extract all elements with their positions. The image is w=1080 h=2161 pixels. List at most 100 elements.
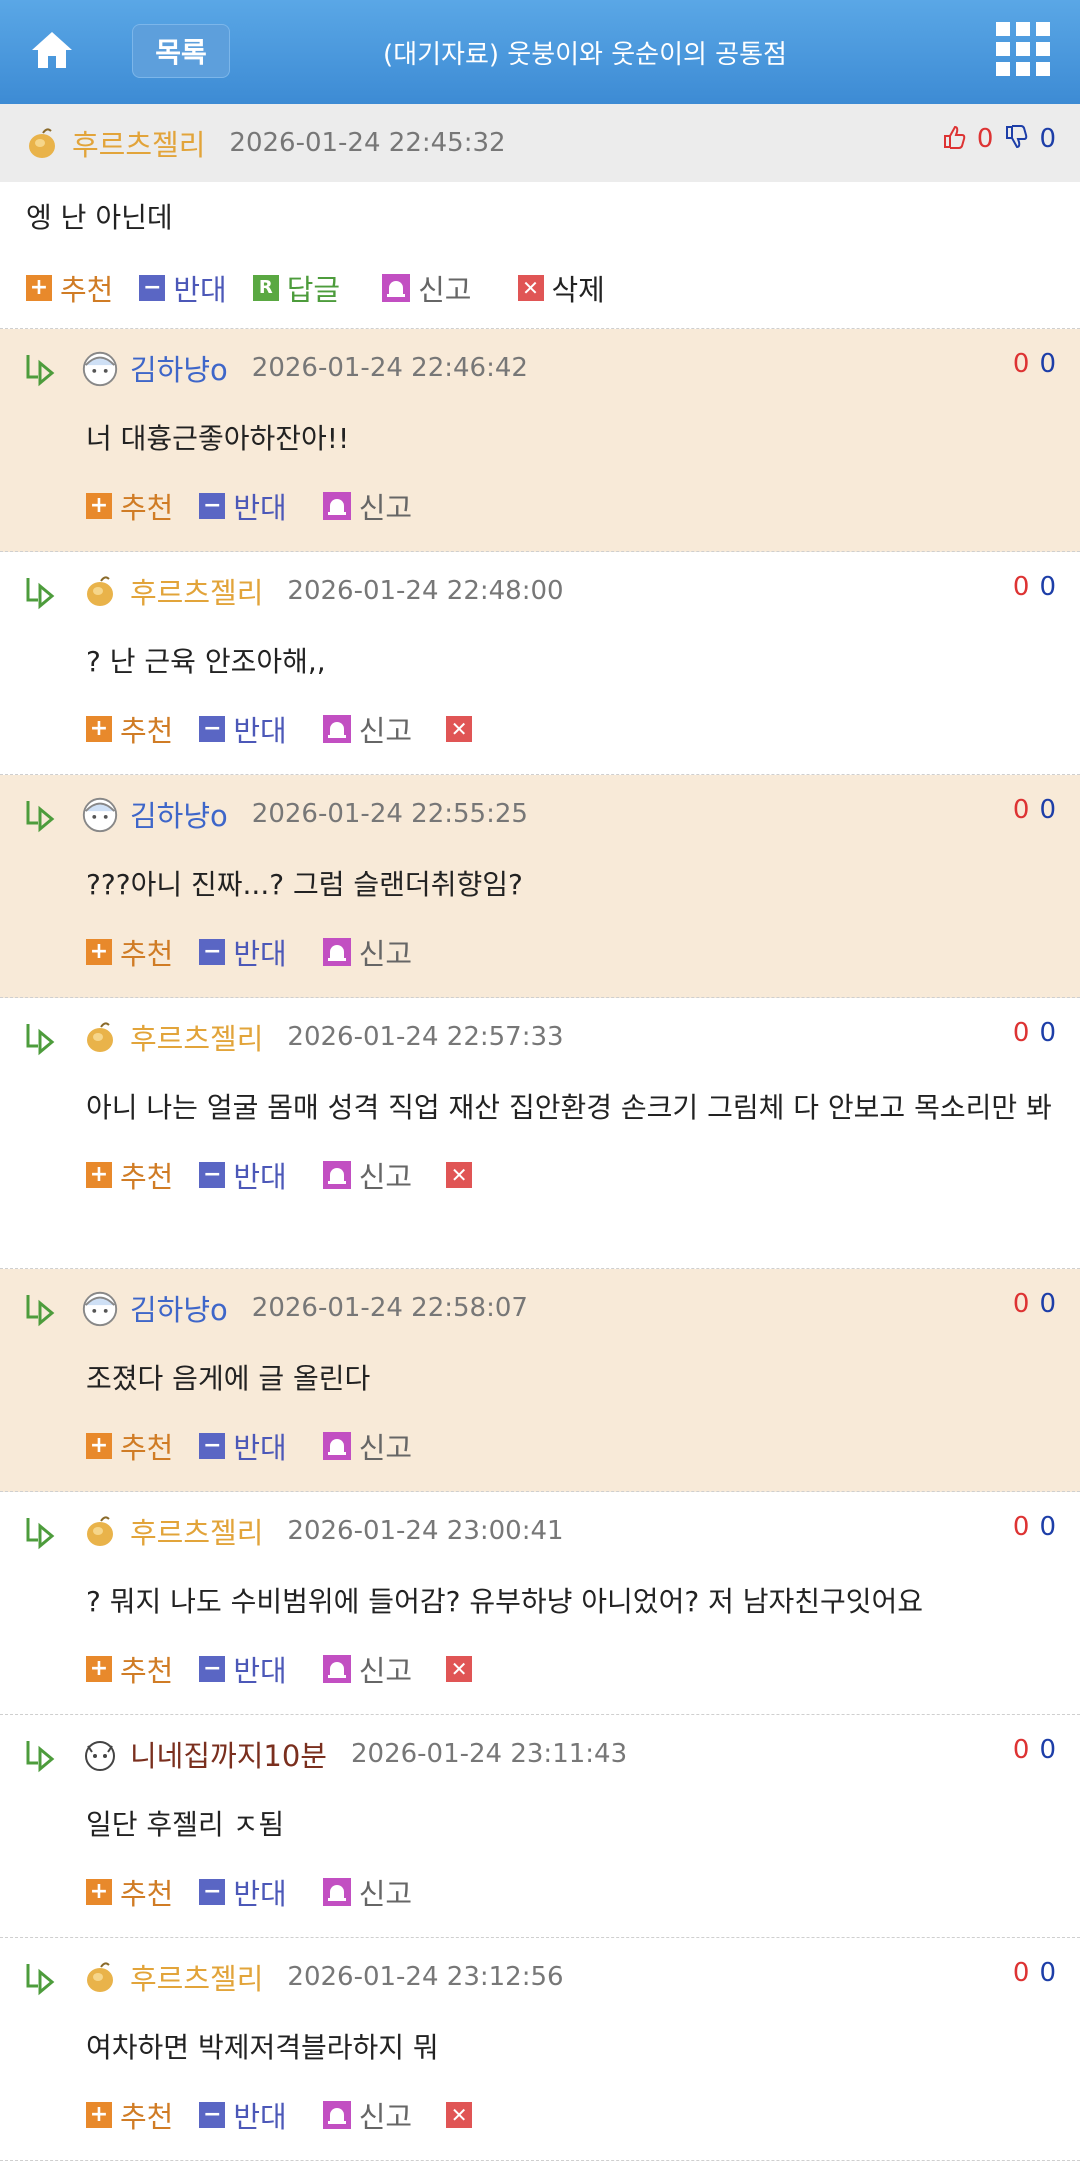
reply-button[interactable]: R 답글 [252,267,340,309]
minus-icon: − [199,939,226,965]
up-count: 0 [1012,572,1030,602]
oppose-button[interactable]: − 반대 [199,708,287,750]
reply-author[interactable]: 후르츠젤리 [130,1956,263,1998]
menu-grid-icon[interactable] [996,22,1050,80]
list-button[interactable]: 목록 [132,24,230,78]
report-button[interactable]: 신고 [322,931,412,973]
reply-author[interactable]: 후르츠젤리 [130,1510,263,1552]
oppose-button[interactable]: − 반대 [199,1154,287,1196]
close-icon: ✕ [446,716,473,742]
report-button[interactable]: 신고 [322,1648,412,1690]
down-count: 0 [1039,349,1056,379]
reply-date: 2026-01-24 22:57:33 [287,1022,564,1052]
recommend-button[interactable]: + 추천 [86,1154,173,1196]
report-button[interactable]: 신고 [322,1425,412,1467]
oppose-button[interactable]: − 반대 [199,2094,287,2136]
reply-actions: + 추천 − 반대 신고 [0,1413,1080,1479]
vote-counts: 00 [1013,1512,1056,1542]
report-button[interactable]: 신고 [322,708,412,750]
reply-header: 김하냥o 2026-01-24 22:58:07 0 0 [0,1269,1080,1347]
vote-counts: 00 [1013,1289,1056,1319]
report-button[interactable]: 신고 [322,1871,412,1913]
recommend-button[interactable]: + 추천 [86,1425,173,1467]
oppose-button[interactable]: − 반대 [199,1648,287,1690]
reply-header: 김하냥o 2026-01-24 22:46:42 0 0 [0,329,1080,407]
recommend-button[interactable]: + 추천 [86,485,173,527]
reply-comment: 후르츠젤리 2026-01-24 22:48:00 0 0 ? 난 근육 안조아해,, +… [0,552,1080,775]
report-button[interactable]: 신고 [322,485,412,527]
siren-icon [322,1655,351,1683]
up-count: 0 [1012,1735,1030,1765]
reply-comment: 김하냥o 2026-01-24 22:55:25 0 0 ???아니 진짜...? 그럼… [0,775,1080,998]
recommend-button[interactable]: + 추천 [86,1648,173,1690]
reply-text: 너 대흉근좋아하잔아!! [86,422,350,455]
siren-icon [382,274,411,302]
recommend-button[interactable]: + 추천 [86,931,173,973]
oppose-button[interactable]: − 반대 [199,1871,287,1913]
reply-actions: + 추천 − 반대 신고 ✕ [0,2082,1080,2148]
up-count: 0 [1012,1512,1030,1542]
oppose-button[interactable]: − 반대 [199,485,287,527]
plus-icon: + [86,1162,112,1188]
comment-text: 엥 난 아닌데 [26,201,173,234]
oppose-button[interactable]: − 반대 [139,267,227,309]
reply-author[interactable]: 니네집까지10분 [130,1733,327,1775]
siren-icon [322,1878,351,1906]
recommend-button[interactable]: + 추천 [86,2094,173,2136]
reply-header: 김하냥o 2026-01-24 22:55:25 0 0 [0,775,1080,853]
down-count: 0 [1039,572,1056,602]
oppose-button[interactable]: − 반대 [199,931,287,973]
oppose-button[interactable]: − 반대 [199,1425,287,1467]
siren-icon [322,2101,351,2129]
minus-icon: − [139,275,166,301]
up-count: 0 [1012,349,1030,379]
reply-author[interactable]: 후르츠젤리 [130,570,263,612]
reply-comment: 후르츠젤리 2026-01-24 23:00:41 0 0 ? 뭐지 나도 수비범위에 … [0,1492,1080,1715]
reply-comment: 김하냥o 2026-01-24 22:46:42 0 0 너 대흉근좋아하잔아!! + 추천… [0,329,1080,552]
reply-actions: + 추천 − 반대 신고 [0,473,1080,539]
vote-counts: 00 [1013,1958,1056,1988]
siren-icon [322,1432,351,1460]
report-button[interactable]: 신고 [322,2094,412,2136]
comment-author[interactable]: 후르츠젤리 [72,122,205,164]
report-button[interactable]: 신고 [382,267,472,309]
recommend-button[interactable]: + 추천 [86,1871,173,1913]
user-avatar-icon [80,1734,120,1774]
vote-counts: 00 [1013,572,1056,602]
up-count: 0 [1012,1958,1030,1988]
minus-icon: − [199,1879,226,1905]
vote-counts: 00 [1013,1735,1056,1765]
minus-icon: − [199,1656,226,1682]
delete-button[interactable]: ✕ [446,1656,480,1682]
delete-button[interactable]: ✕ [446,716,480,742]
fruit-jelly-avatar-icon [80,1511,120,1551]
delete-button[interactable]: ✕ [446,2102,480,2128]
reply-author[interactable]: 후르츠젤리 [130,1016,263,1058]
up-count: 0 [1012,795,1030,825]
reply-header: 후르츠젤리 2026-01-24 23:00:41 0 0 [0,1492,1080,1570]
reply-author[interactable]: 김하냥o [130,793,228,835]
reply-date: 2026-01-24 23:00:41 [287,1516,564,1546]
plus-icon: + [86,1656,112,1682]
delete-button[interactable]: ✕ [446,1162,480,1188]
recommend-button[interactable]: + 추천 [86,708,173,750]
reply-list: 김하냥o 2026-01-24 22:46:42 0 0 너 대흉근좋아하잔아!! + 추천… [0,329,1080,2161]
close-icon: ✕ [446,1656,473,1682]
home-icon[interactable] [30,28,74,72]
report-button[interactable]: 신고 [322,1154,412,1196]
reply-date: 2026-01-24 22:58:07 [251,1293,528,1323]
plus-icon: + [26,275,52,301]
plus-icon: + [86,1433,112,1459]
minus-icon: − [199,716,226,742]
reply-text: 여차하면 박제저격블라하지 뭐 [86,2031,439,2064]
user-avatar-icon [80,348,120,388]
reply-actions: + 추천 − 반대 신고 [0,1859,1080,1925]
close-icon: ✕ [517,275,544,301]
delete-button[interactable]: ✕ 삭제 [517,267,605,309]
recommend-button[interactable]: + 추천 [26,267,113,309]
user-avatar-icon [80,1288,120,1328]
reply-author[interactable]: 김하냥o [130,1287,228,1329]
reply-author[interactable]: 김하냥o [130,347,228,389]
minus-icon: − [199,2102,226,2128]
reply-text: ???아니 진짜...? 그럼 슬랜더취향임? [86,868,523,901]
